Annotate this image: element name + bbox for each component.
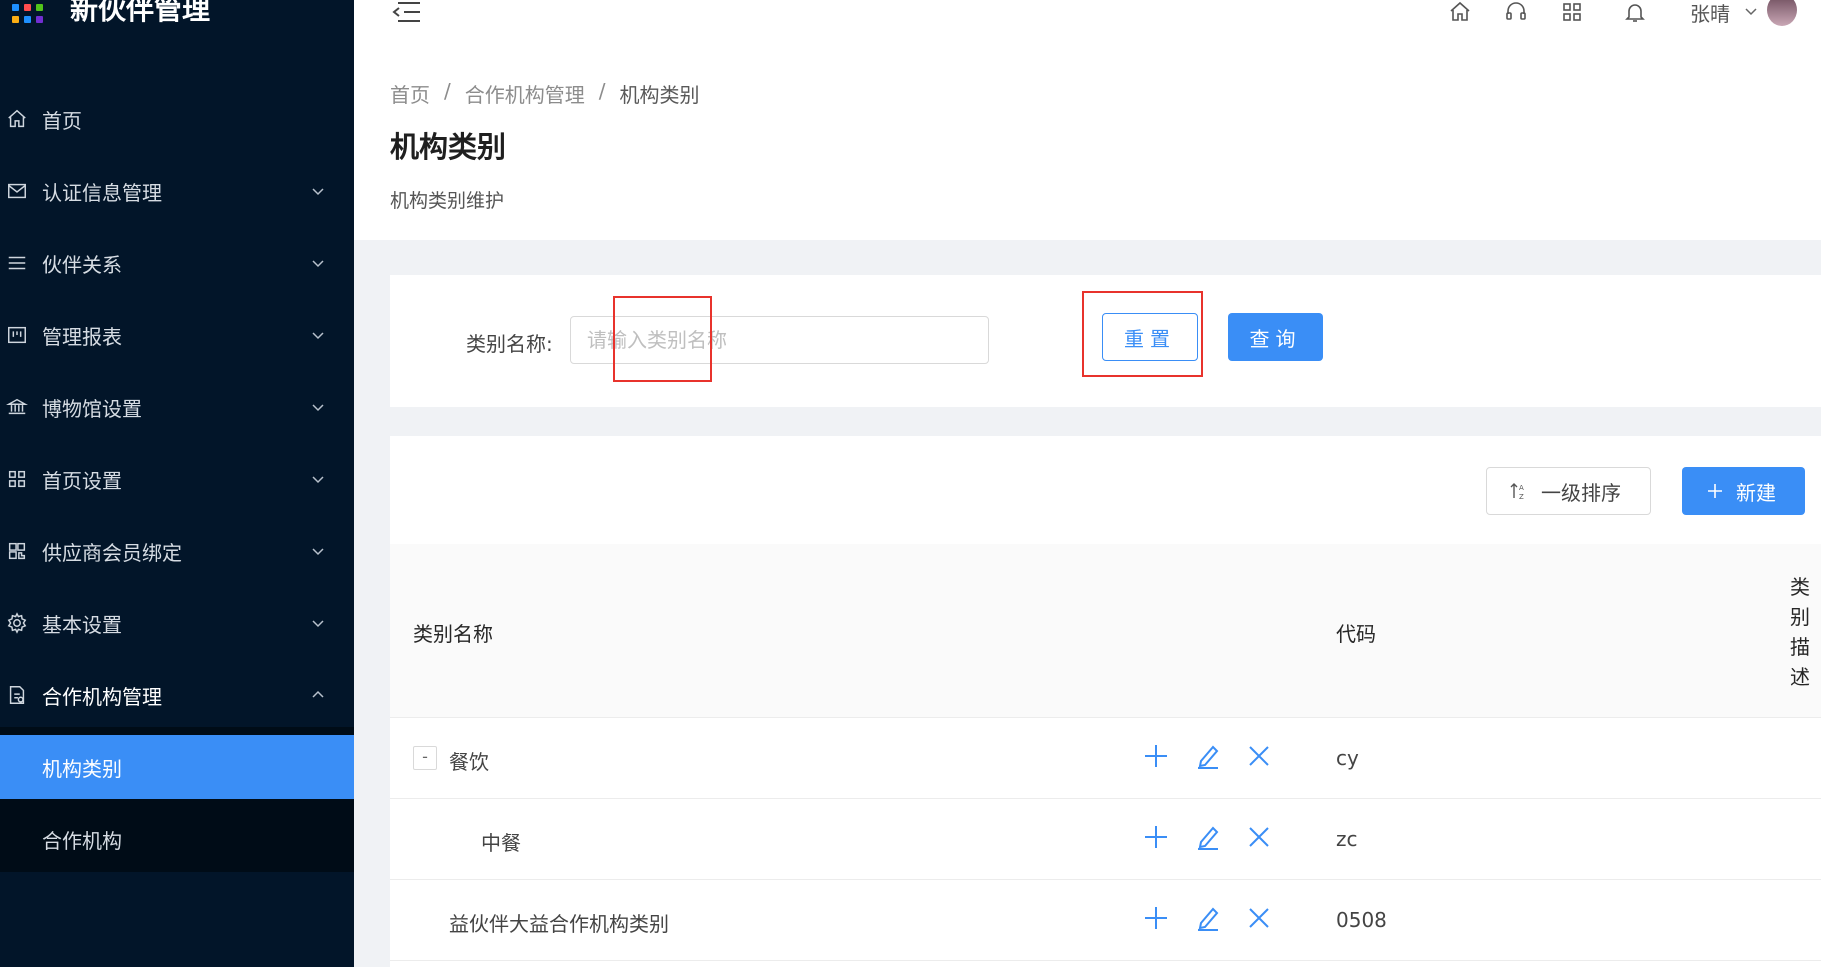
chevron-up-icon (312, 690, 324, 698)
table-row: 益伙伴大益合作机构类别 0508 (390, 880, 1821, 961)
sidebar-subitem-org-category[interactable]: 机构类别 (0, 735, 354, 799)
document-icon (9, 686, 25, 704)
home-icon[interactable] (1448, 0, 1472, 24)
home-icon (8, 109, 26, 128)
sidebar-item-label: 基本设置 (42, 612, 122, 637)
query-button[interactable]: 查询 (1228, 313, 1323, 361)
sidebar-item-home[interactable]: 首页 (0, 83, 354, 155)
chevron-down-icon (312, 188, 324, 196)
headset-icon[interactable] (1504, 0, 1528, 24)
list-icon (8, 256, 26, 270)
page-description: 机构类别维护 (390, 190, 505, 212)
sidebar-item-partner-orgs[interactable]: 合作机构管理 (0, 659, 354, 731)
delete-icon[interactable] (1245, 742, 1273, 770)
chevron-down-icon (312, 260, 324, 268)
sidebar-item-label: 首页设置 (42, 468, 122, 493)
plus-icon[interactable] (1142, 823, 1170, 851)
qrcode-icon (8, 542, 26, 560)
plus-icon (1708, 484, 1722, 498)
svg-text:A: A (1519, 484, 1524, 492)
column-header-desc: 类别描述 (1790, 575, 1810, 689)
sidebar-item-label: 首页 (42, 108, 82, 133)
sidebar-item-homepage-settings[interactable]: 首页设置 (0, 443, 354, 515)
sidebar: 新伙伴管理 首页 认证信息管理 伙伴关系 管理报表 博物馆设置 首页设置 供应商… (0, 0, 354, 967)
sort-button[interactable]: AZ 一级排序 (1486, 467, 1651, 515)
svg-text:Z: Z (1519, 493, 1524, 501)
bell-icon[interactable] (1623, 0, 1647, 24)
chevron-down-icon (312, 476, 324, 484)
column-header-name: 类别名称 (413, 622, 493, 646)
plus-icon[interactable] (1142, 904, 1170, 932)
delete-icon[interactable] (1245, 823, 1273, 851)
reset-button[interactable]: 重置 (1102, 313, 1198, 361)
sidebar-item-partners[interactable]: 伙伴关系 (0, 227, 354, 299)
sidebar-item-label: 供应商会员绑定 (42, 540, 182, 565)
new-button[interactable]: 新建 (1682, 467, 1805, 515)
cell-name: 餐饮 (449, 750, 489, 774)
cell-name: 益伙伴大益合作机构类别 (449, 912, 669, 936)
breadcrumb: 首页 / 合作机构管理 / 机构类别 (390, 79, 700, 108)
sidebar-item-label: 博物馆设置 (42, 396, 142, 421)
delete-icon[interactable] (1245, 904, 1273, 932)
mail-icon (8, 183, 26, 199)
table-header: 类别名称 代码 类别描述 (390, 544, 1821, 718)
avatar[interactable] (1767, 0, 1797, 26)
category-name-label: 类别名称: (466, 332, 553, 356)
sidebar-item-label: 伙伴关系 (42, 252, 122, 277)
sidebar-item-supplier-binding[interactable]: 供应商会员绑定 (0, 515, 354, 587)
chevron-down-icon[interactable] (1744, 4, 1758, 18)
breadcrumb-partner-orgs[interactable]: 合作机构管理 (465, 79, 585, 108)
page-header: 首页 / 合作机构管理 / 机构类别 机构类别 机构类别维护 (354, 56, 1821, 240)
breadcrumb-home[interactable]: 首页 (390, 79, 430, 108)
page-title: 机构类别 (390, 130, 507, 164)
cell-code: zc (1336, 827, 1358, 851)
sidebar-item-reports[interactable]: 管理报表 (0, 299, 354, 371)
sidebar-subitem-label: 合作机构 (42, 828, 122, 853)
edit-icon[interactable] (1194, 823, 1222, 851)
grid-icon (8, 470, 26, 488)
sidebar-item-museum[interactable]: 博物馆设置 (0, 371, 354, 443)
table-row: - 餐饮 cy (390, 718, 1821, 799)
cell-code: 0508 (1336, 908, 1387, 932)
search-form: 类别名称: 重置 查询 (390, 275, 1821, 407)
chevron-down-icon (312, 620, 324, 628)
chevron-down-icon (312, 548, 324, 556)
sidebar-item-certification[interactable]: 认证信息管理 (0, 155, 354, 227)
sidebar-subitem-label: 机构类别 (42, 756, 122, 781)
gear-icon (7, 612, 27, 634)
board-icon (8, 326, 26, 344)
sidebar-item-label: 管理报表 (42, 324, 122, 349)
edit-icon[interactable] (1194, 742, 1222, 770)
menu-fold-icon[interactable] (390, 0, 422, 24)
sidebar-item-label: 认证信息管理 (42, 180, 162, 205)
sidebar-item-basic-settings[interactable]: 基本设置 (0, 587, 354, 659)
edit-icon[interactable] (1194, 904, 1222, 932)
apps-icon[interactable] (1560, 0, 1584, 24)
sidebar-subitem-partner-org[interactable]: 合作机构 (0, 807, 354, 871)
breadcrumb-separator: / (598, 79, 606, 103)
cell-name: 中餐 (481, 831, 521, 855)
plus-icon[interactable] (1142, 742, 1170, 770)
user-name[interactable]: 张晴 (1690, 0, 1730, 27)
chevron-down-icon (312, 404, 324, 412)
table-card: AZ 一级排序 新建 类别名称 代码 类别描述 - 餐饮 cy 中餐 zc 益伙… (390, 436, 1821, 967)
category-name-input[interactable] (570, 316, 989, 364)
column-header-code: 代码 (1336, 622, 1376, 646)
breadcrumb-separator: / (444, 79, 451, 103)
top-header: 张晴 (354, 0, 1821, 56)
chevron-down-icon (312, 332, 324, 340)
app-title: 新伙伴管理 (70, 0, 211, 26)
bank-icon (6, 398, 28, 415)
new-button-label: 新建 (1736, 480, 1776, 505)
sort-button-label: 一级排序 (1541, 480, 1621, 505)
logo-grid-icon (12, 4, 46, 26)
sidebar-item-label: 合作机构管理 (42, 684, 162, 709)
table-row: 中餐 zc (390, 799, 1821, 880)
breadcrumb-current: 机构类别 (619, 83, 700, 107)
collapse-toggle[interactable]: - (413, 746, 437, 770)
sort-az-icon: AZ (1510, 483, 1524, 501)
cell-code: cy (1336, 746, 1359, 770)
